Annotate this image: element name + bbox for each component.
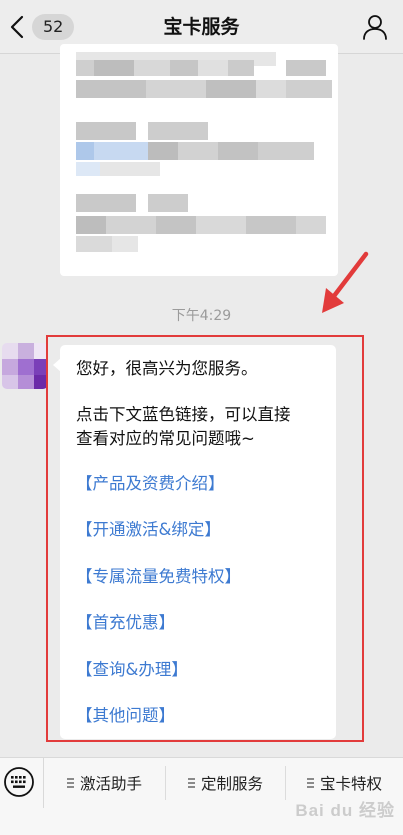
watermark: Bai du 经验 xyxy=(295,801,395,820)
previous-message-card[interactable] xyxy=(60,44,338,276)
person-icon xyxy=(361,15,389,45)
keyboard-toggle-button[interactable] xyxy=(3,766,35,798)
avatar[interactable] xyxy=(2,343,48,389)
keyboard-icon xyxy=(3,767,35,802)
blurred-content xyxy=(60,44,338,276)
menu-item-label: 宝卡特权 xyxy=(319,775,382,793)
profile-button[interactable] xyxy=(361,13,389,41)
menu-item-label: 定制服务 xyxy=(200,775,263,793)
annotation-highlight-box xyxy=(46,335,364,742)
menu-lines-icon xyxy=(306,778,314,788)
menu-lines-icon xyxy=(187,778,195,788)
menu-item-custom-service[interactable]: 定制服务 xyxy=(166,758,285,808)
menu-lines-icon xyxy=(66,778,74,788)
service-menu-bar: 激活助手 定制服务 宝卡特权 Bai du 经验 xyxy=(0,757,403,835)
menu-item-label: 激活助手 xyxy=(79,775,142,793)
annotation-arrow-icon xyxy=(316,250,370,320)
menu-item-activation-assistant[interactable]: 激活助手 xyxy=(44,758,165,808)
